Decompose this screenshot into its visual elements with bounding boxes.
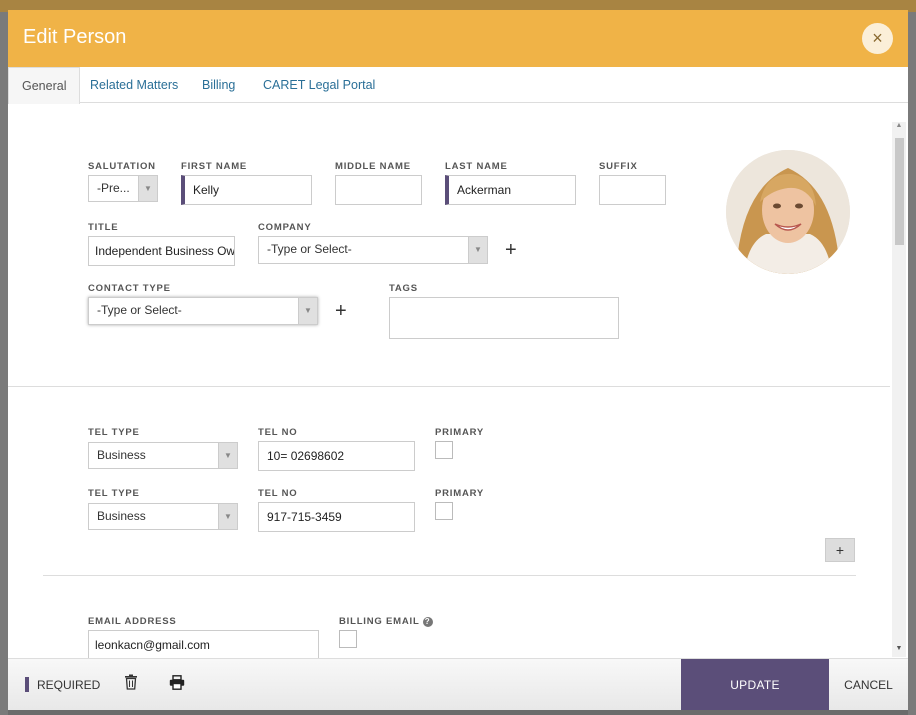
- section-divider: [43, 575, 856, 576]
- chevron-down-icon: ▼: [218, 443, 237, 468]
- primary-checkbox[interactable]: [435, 441, 453, 459]
- chevron-down-icon: ▼: [138, 176, 157, 201]
- required-label: REQUIRED: [37, 678, 101, 692]
- contact-type-select[interactable]: -Type or Select- ▼: [88, 297, 318, 325]
- cancel-button[interactable]: CANCEL: [829, 659, 908, 710]
- add-company-plus-icon[interactable]: +: [505, 240, 517, 260]
- tab-billing[interactable]: Billing: [189, 67, 248, 103]
- tel-type-select[interactable]: Business ▼: [88, 442, 238, 469]
- trash-icon[interactable]: [124, 674, 138, 690]
- company-value: -Type or Select-: [267, 242, 352, 256]
- add-contact-type-plus-icon[interactable]: +: [335, 301, 347, 321]
- update-button[interactable]: UPDATE: [681, 659, 829, 710]
- billing-email-checkbox[interactable]: [339, 630, 357, 648]
- tel-no-field[interactable]: 917-715-3459: [258, 502, 415, 532]
- chevron-down-icon: ▼: [298, 298, 317, 324]
- tab-general[interactable]: General: [8, 67, 81, 104]
- primary-checkbox[interactable]: [435, 502, 453, 520]
- chevron-down-icon: ▼: [218, 504, 237, 529]
- tags-label: TAGS: [389, 283, 418, 294]
- company-select[interactable]: -Type or Select- ▼: [258, 236, 488, 264]
- tel-type-value: Business: [97, 509, 146, 523]
- help-icon[interactable]: ?: [422, 617, 433, 627]
- tel-no-field[interactable]: 10= 02698602: [258, 441, 415, 471]
- dialog-title: Edit Person: [23, 26, 127, 48]
- suffix-field[interactable]: [599, 175, 666, 205]
- tel-type-label: TEL TYPE: [88, 427, 140, 438]
- suffix-label: SUFFIX: [599, 161, 638, 172]
- email-field[interactable]: leonkacn@gmail.com: [88, 630, 319, 660]
- tel-no-label: TEL NO: [258, 488, 298, 499]
- tab-caret-legal-portal[interactable]: CARET Legal Portal: [250, 67, 388, 103]
- scroll-up-arrow-icon[interactable]: ▲: [892, 122, 906, 134]
- add-phone-button[interactable]: +: [825, 538, 855, 562]
- salutation-label: SALUTATION: [88, 161, 156, 172]
- last-name-label: LAST NAME: [445, 161, 508, 172]
- tab-related-matters[interactable]: Related Matters: [77, 67, 191, 103]
- person-photo: [726, 150, 850, 274]
- background-page-left: [0, 12, 8, 715]
- background-page-right: [908, 12, 916, 715]
- last-name-field[interactable]: Ackerman: [445, 175, 576, 205]
- print-icon[interactable]: [169, 675, 185, 690]
- edit-person-dialog: Edit Person × General Related Matters Bi…: [8, 10, 908, 710]
- billing-email-text: BILLING EMAIL: [339, 616, 420, 627]
- contact-type-label: CONTACT TYPE: [88, 283, 171, 294]
- first-name-label: FIRST NAME: [181, 161, 248, 172]
- tab-bar: General Related Matters Billing CARET Le…: [8, 67, 908, 104]
- title-field[interactable]: Independent Business Owner: [88, 236, 235, 266]
- contact-type-value: -Type or Select-: [97, 303, 182, 317]
- title-label: TITLE: [88, 222, 119, 233]
- dialog-header: Edit Person ×: [8, 10, 908, 67]
- tel-type-label: TEL TYPE: [88, 488, 140, 499]
- scroll-thumb[interactable]: [895, 138, 904, 245]
- close-button[interactable]: ×: [862, 23, 893, 54]
- middle-name-field[interactable]: [335, 175, 422, 205]
- tel-no-label: TEL NO: [258, 427, 298, 438]
- tags-field[interactable]: [389, 297, 619, 339]
- company-label: COMPANY: [258, 222, 312, 233]
- dialog-footer: REQUIRED UPDATE CANCEL: [8, 658, 908, 710]
- section-divider: [8, 386, 890, 387]
- salutation-value: -Pre...: [97, 181, 130, 195]
- scroll-down-arrow-icon[interactable]: ▼: [892, 645, 906, 657]
- salutation-select[interactable]: -Pre... ▼: [88, 175, 158, 202]
- primary-label: PRIMARY: [435, 427, 485, 438]
- first-name-field[interactable]: Kelly: [181, 175, 312, 205]
- billing-email-label: BILLING EMAIL?: [339, 616, 433, 627]
- required-marker: [25, 677, 29, 692]
- chevron-down-icon: ▼: [468, 237, 487, 263]
- close-icon: ×: [872, 28, 883, 48]
- tel-type-value: Business: [97, 448, 146, 462]
- scrollbar[interactable]: ▲ ▼: [892, 122, 906, 657]
- middle-name-label: MIDDLE NAME: [335, 161, 411, 172]
- tel-type-select[interactable]: Business ▼: [88, 503, 238, 530]
- avatar[interactable]: [726, 150, 850, 274]
- primary-label: PRIMARY: [435, 488, 485, 499]
- email-address-label: EMAIL ADDRESS: [88, 616, 177, 627]
